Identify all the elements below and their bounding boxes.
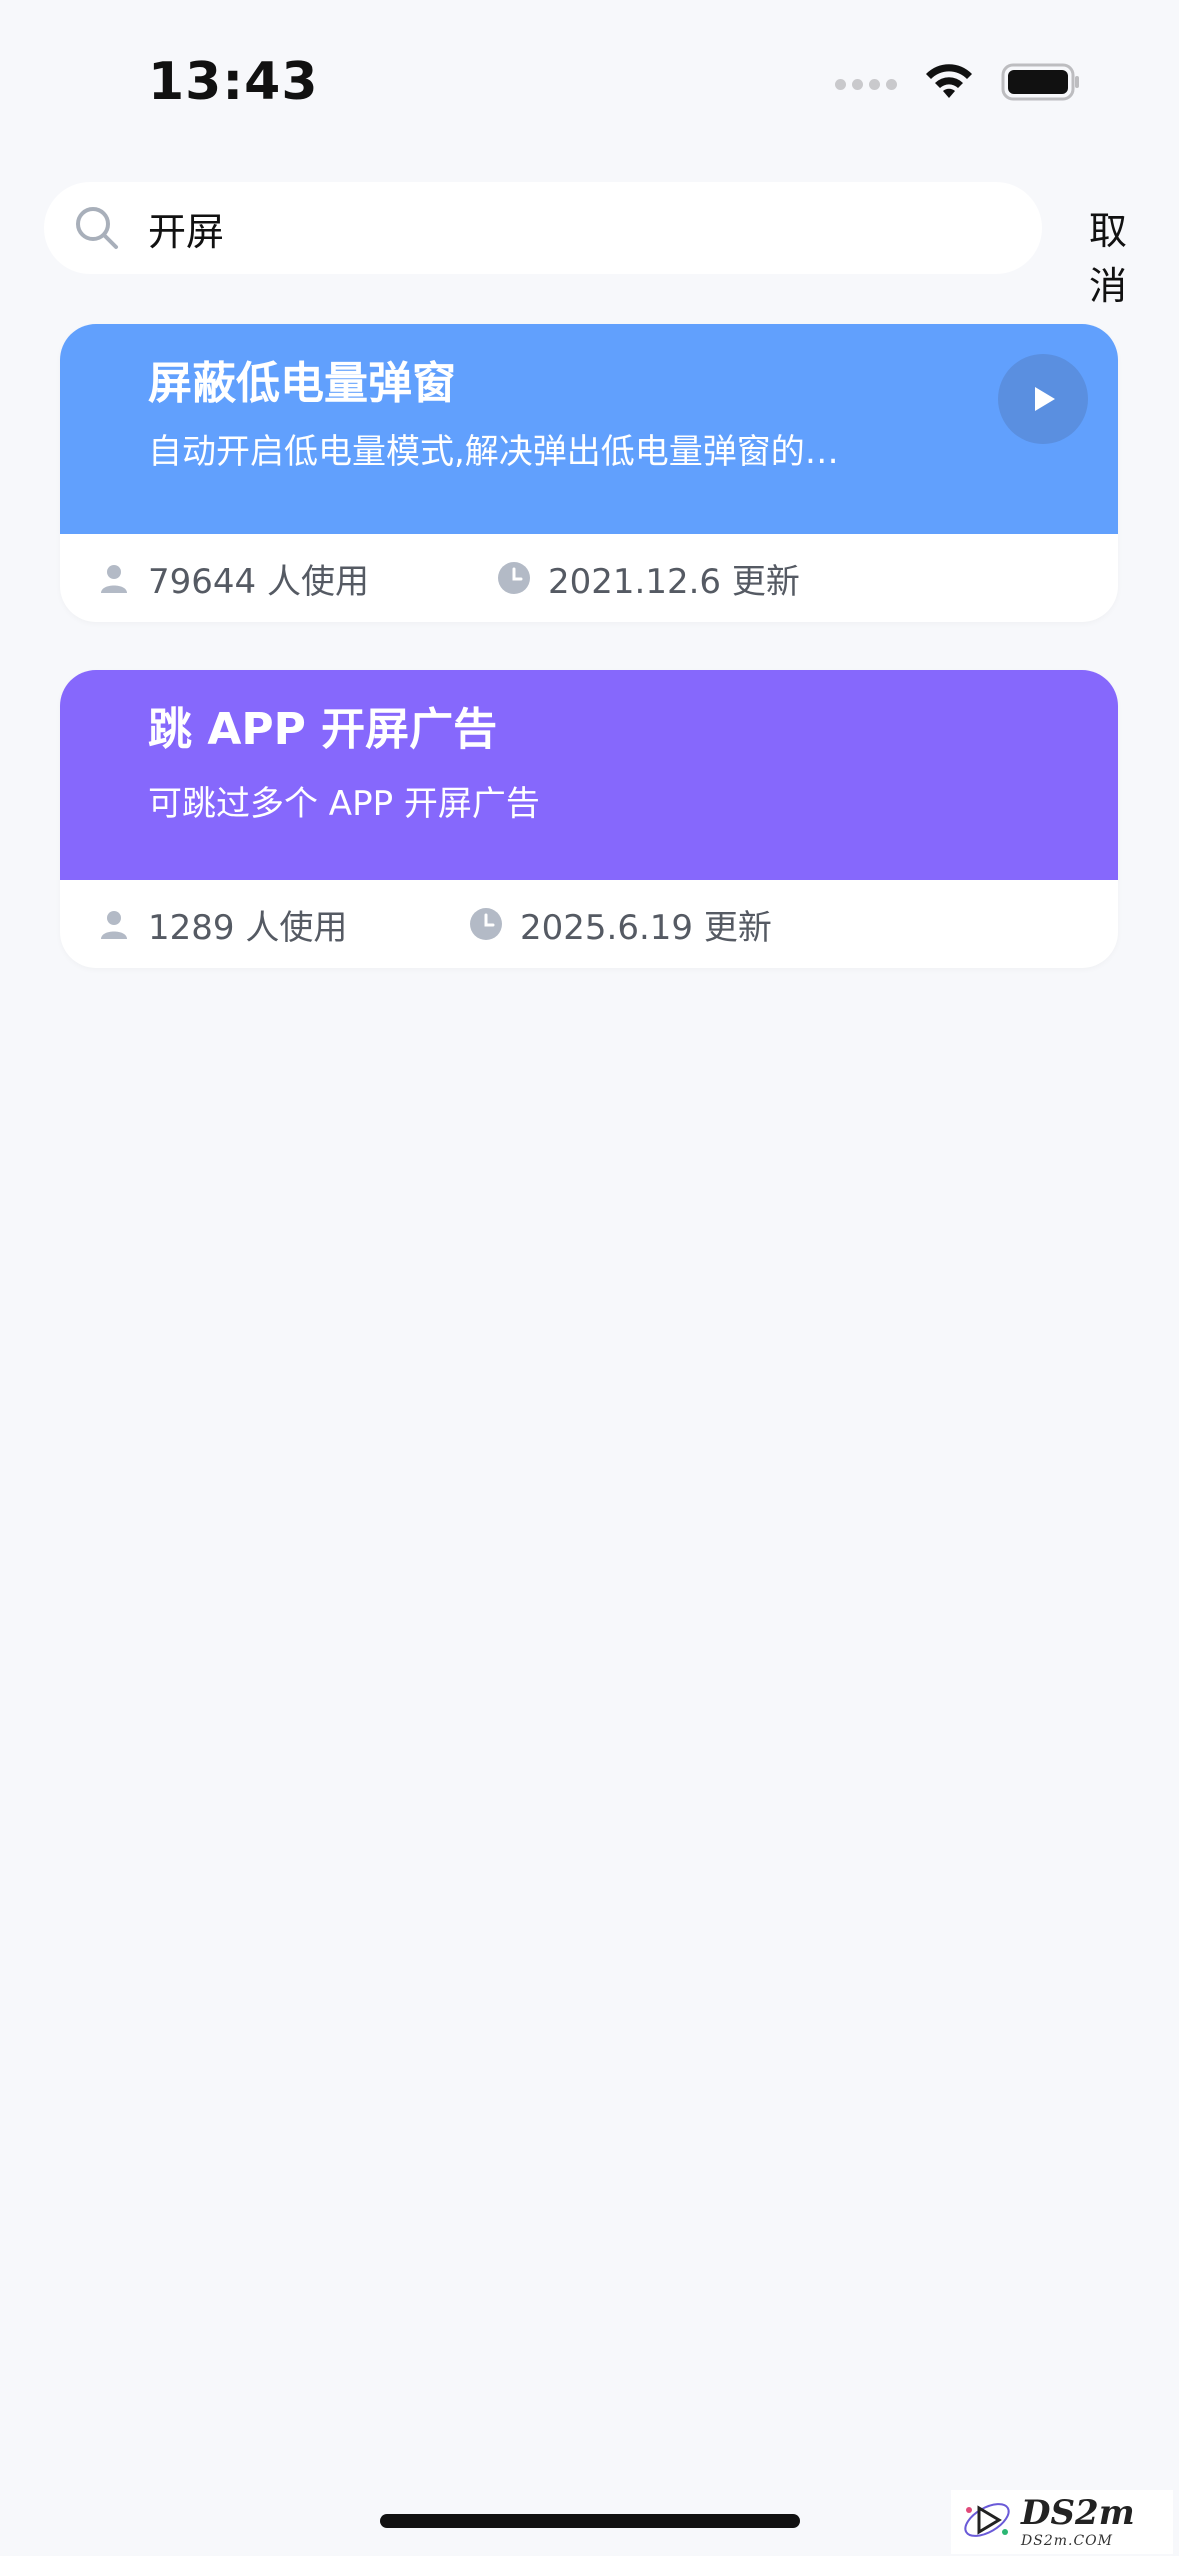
- result-card-low-battery[interactable]: 屏蔽低电量弹窗 自动开启低电量模式,解决弹出低电量弹窗的… 79644 人使用: [60, 324, 1118, 622]
- status-time: 13:43: [148, 52, 319, 112]
- card-description: 可跳过多个 APP 开屏广告: [148, 784, 540, 824]
- run-shortcut-button[interactable]: [998, 354, 1088, 444]
- usage-count: 1289 人使用: [96, 900, 468, 949]
- watermark-sub: DS2m.COM: [1021, 2533, 1113, 2549]
- watermark-main: DS2m: [1021, 2493, 1135, 2533]
- clock-icon: [468, 906, 504, 942]
- battery-icon: [1001, 63, 1081, 105]
- search-input[interactable]: [146, 205, 1006, 251]
- home-indicator[interactable]: [380, 2514, 800, 2528]
- card-header: 屏蔽低电量弹窗 自动开启低电量模式,解决弹出低电量弹窗的…: [60, 324, 1118, 534]
- card-title: 跳 APP 开屏广告: [148, 704, 498, 755]
- search-results-screen: 13:43 开屏 取消 屏蔽低电量弹窗 自动开启低电量模式,解决弹出低电量弹窗的…: [0, 0, 1179, 2556]
- usage-count: 79644 人使用: [96, 554, 496, 603]
- watermark-logo-icon: [959, 2492, 1015, 2552]
- search-box[interactable]: [44, 182, 1042, 274]
- user-icon: [96, 906, 132, 942]
- status-indicators: [835, 62, 1081, 106]
- card-footer: 1289 人使用 2025.6.19 更新: [60, 880, 1118, 968]
- updated-date: 2025.6.19 更新: [468, 900, 772, 949]
- wifi-icon: [923, 62, 975, 106]
- usage-count-text: 79644 人使用: [148, 561, 369, 602]
- result-card-skip-splash-ad[interactable]: 跳 APP 开屏广告 可跳过多个 APP 开屏广告 1289 人使用 2025.…: [60, 670, 1118, 968]
- cancel-button[interactable]: 取消: [1072, 200, 1144, 310]
- card-title: 屏蔽低电量弹窗: [148, 358, 456, 409]
- search-row: 取消: [44, 182, 1144, 308]
- updated-date-text: 2025.6.19 更新: [520, 907, 772, 948]
- card-header: 跳 APP 开屏广告 可跳过多个 APP 开屏广告: [60, 670, 1118, 880]
- updated-date: 2021.12.6 更新: [496, 554, 800, 603]
- card-footer: 79644 人使用 2021.12.6 更新: [60, 534, 1118, 622]
- search-icon: [72, 203, 122, 253]
- usage-count-text: 1289 人使用: [148, 907, 348, 948]
- status-bar: 13:43: [0, 0, 1179, 140]
- user-icon: [96, 560, 132, 596]
- clock-icon: [496, 560, 532, 596]
- play-icon: [1035, 387, 1055, 411]
- watermark-text: DS2m DS2m.COM: [1021, 2496, 1135, 2548]
- card-description: 自动开启低电量模式,解决弹出低电量弹窗的…: [148, 432, 839, 472]
- updated-date-text: 2021.12.6 更新: [548, 561, 800, 602]
- watermark: DS2m DS2m.COM: [951, 2490, 1173, 2554]
- signal-dots-icon: [835, 78, 897, 90]
